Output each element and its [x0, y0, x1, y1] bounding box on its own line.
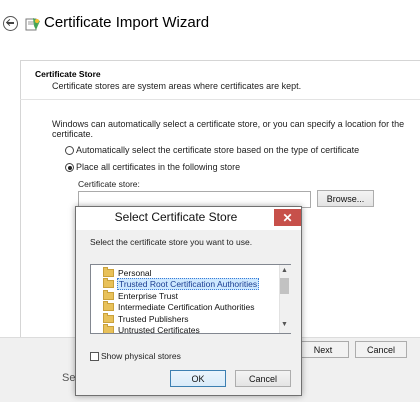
partial-footer-text: Se: [62, 372, 76, 384]
tree-item-personal[interactable]: Personal: [103, 266, 153, 278]
folder-icon: [103, 300, 114, 311]
section-description: Certificate stores are system areas wher…: [52, 81, 302, 91]
certificate-store-label: Certificate store:: [78, 179, 140, 189]
close-icon[interactable]: ✕: [274, 209, 301, 226]
radio-place-in-store[interactable]: [65, 163, 74, 172]
tree-item-label: Trusted Publishers: [118, 313, 189, 324]
intro-text: Windows can automatically select a certi…: [52, 119, 405, 139]
certificate-wizard-icon: [25, 18, 40, 31]
scroll-up-icon[interactable]: ▲: [279, 266, 290, 275]
scroll-down-icon[interactable]: ▼: [279, 320, 290, 329]
folder-icon: [103, 277, 114, 288]
dialog-prompt: Select the certificate store you want to…: [90, 237, 253, 247]
folder-icon: [103, 289, 114, 300]
radio-auto-select[interactable]: [65, 146, 74, 155]
tree-item-untrusted[interactable]: Untrusted Certificates: [103, 324, 201, 333]
wizard-cancel-button[interactable]: Cancel: [355, 341, 407, 358]
tree-item-label: Enterprise Trust: [118, 290, 178, 301]
tree-item-label: Untrusted Certificates: [118, 324, 200, 334]
tree-item-trusted-publishers[interactable]: Trusted Publishers: [103, 312, 190, 324]
tree-item-enterprise-trust[interactable]: Enterprise Trust: [103, 289, 179, 301]
folder-icon: [103, 266, 114, 277]
radio-place-in-store-label[interactable]: Place all certificates in the following …: [76, 162, 240, 172]
scroll-thumb[interactable]: [280, 278, 289, 294]
folder-icon: [103, 324, 114, 333]
folder-icon: [103, 312, 114, 323]
tree-item-intermediate[interactable]: Intermediate Certification Authorities: [103, 300, 256, 312]
back-arrow-icon[interactable]: [3, 16, 18, 31]
radio-auto-select-label[interactable]: Automatically select the certificate sto…: [76, 145, 359, 155]
next-button[interactable]: Next: [297, 341, 349, 358]
header-divider: [20, 99, 420, 100]
section-title: Certificate Store: [35, 69, 101, 79]
tree-clip-area: Untrusted Certificates: [91, 324, 279, 333]
dialog-title: Select Certificate Store: [114, 210, 238, 224]
tree-item-label: Intermediate Certification Authorities: [118, 301, 255, 312]
wizard-title: Certificate Import Wizard: [44, 14, 210, 31]
browse-button[interactable]: Browse...: [317, 190, 374, 207]
tree-item-label: Personal: [118, 267, 152, 278]
tree-item-label: Trusted Root Certification Authorities: [117, 277, 260, 290]
tree-item-trusted-root[interactable]: Trusted Root Certification Authorities: [103, 277, 260, 290]
ok-button[interactable]: OK: [170, 370, 226, 387]
show-physical-stores-checkbox[interactable]: [90, 352, 99, 361]
dialog-cancel-button[interactable]: Cancel: [235, 370, 291, 387]
show-physical-stores-label[interactable]: Show physical stores: [101, 351, 181, 361]
